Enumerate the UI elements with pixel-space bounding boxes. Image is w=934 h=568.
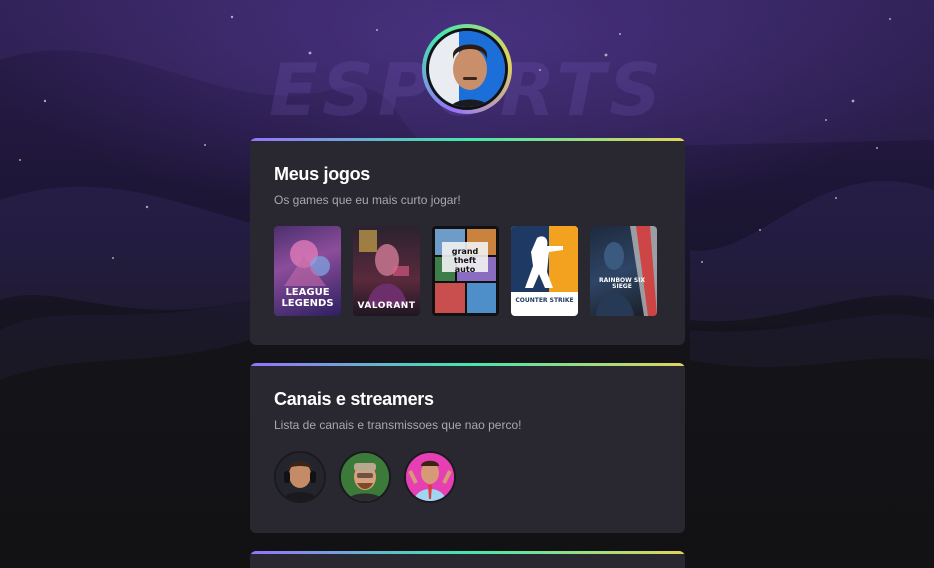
game-league-of-legends[interactable]: LEAGUE LEGENDS xyxy=(274,226,341,316)
third-card xyxy=(250,551,685,568)
lol-label-1: LEAGUE xyxy=(285,287,330,298)
game-valorant[interactable]: VALORANT xyxy=(353,226,420,316)
streamer-2-avatar-icon xyxy=(341,453,389,501)
rainbow-six-siege-cover-icon xyxy=(596,226,657,316)
streamers-title: Canais e streamers xyxy=(274,389,434,409)
profile-avatar-ring[interactable] xyxy=(422,24,512,114)
valorant-label: VALORANT xyxy=(357,301,416,311)
streamer-1-avatar[interactable] xyxy=(274,451,326,503)
game-gta-v[interactable]: grand theft auto xyxy=(432,226,499,316)
games-subtitle: Os games que eu mais curto jogar! xyxy=(274,193,461,207)
user-avatar xyxy=(426,28,508,110)
streamer-3-avatar[interactable] xyxy=(404,451,456,503)
game-counter-strike[interactable]: COUNTER STRIKE xyxy=(511,226,578,316)
lol-label-2: LEGENDS xyxy=(281,298,334,309)
rainbow-six-label: RAINBOW SIX SIEGE xyxy=(598,277,646,290)
streamer-1-avatar-icon xyxy=(276,453,324,501)
streamers-subtitle: Lista de canais e transmissoes que nao p… xyxy=(274,418,522,432)
game-rainbow-six-siege[interactable]: RAINBOW SIX SIEGE xyxy=(590,226,657,316)
games-card: Meus jogos Os games que eu mais curto jo… xyxy=(250,138,685,345)
user-avatar-icon xyxy=(429,31,505,107)
gta-v-label: grand theft auto xyxy=(451,247,479,274)
counter-strike-label: COUNTER STRIKE xyxy=(515,297,574,304)
streamer-3-avatar-icon xyxy=(406,453,454,501)
games-title: Meus jogos xyxy=(274,164,371,184)
streamers-list xyxy=(274,451,456,503)
streamers-card: Canais e streamers Lista de canais e tra… xyxy=(250,363,685,533)
streamer-2-avatar[interactable] xyxy=(339,451,391,503)
games-list: LEAGUE LEGENDS VALORANT grand theft auto… xyxy=(274,226,657,316)
